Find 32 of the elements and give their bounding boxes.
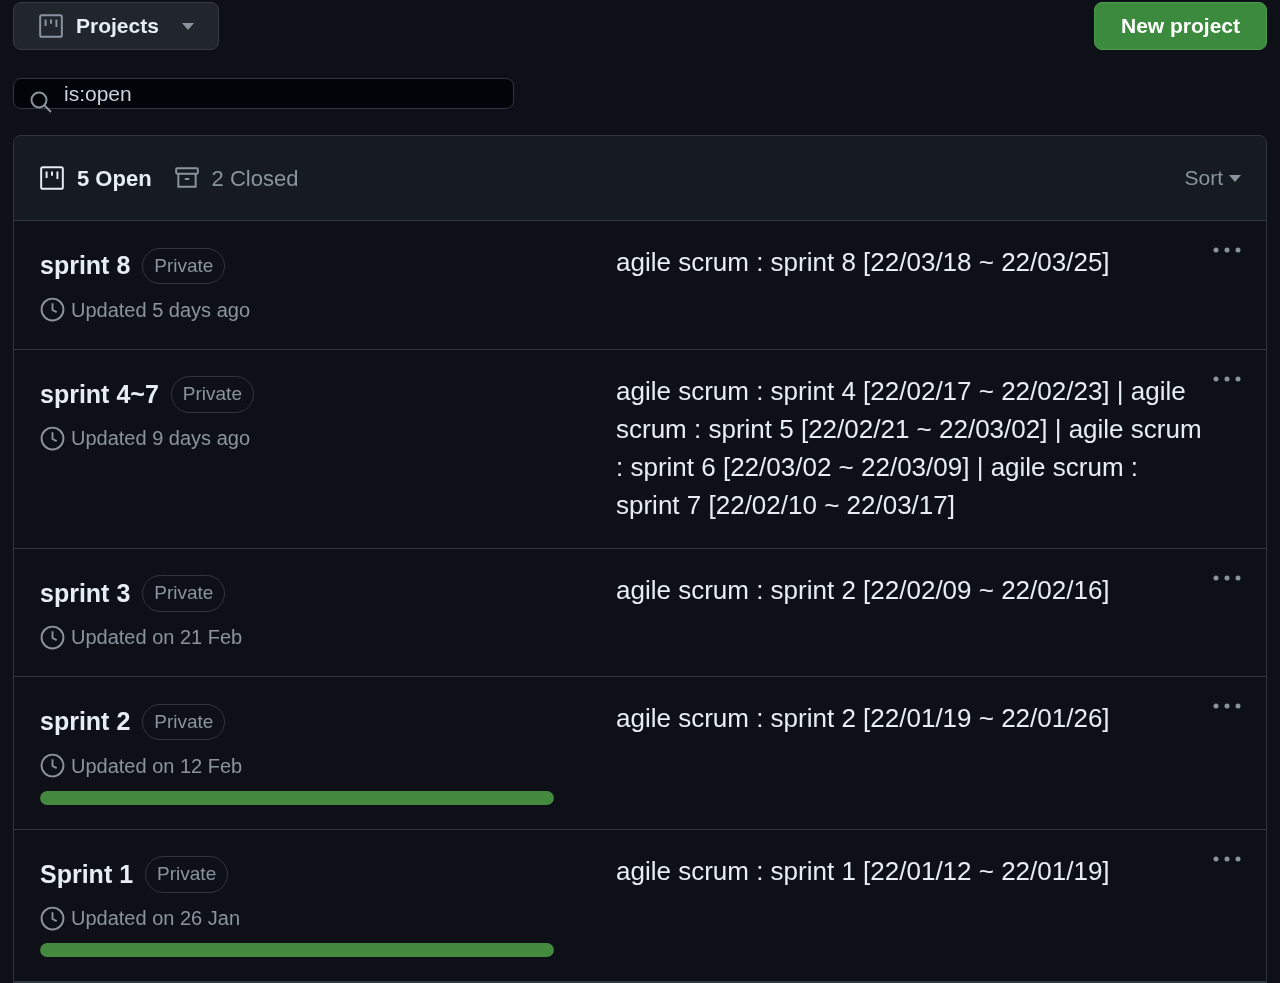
projects-menu-button[interactable]: Projects: [13, 2, 219, 50]
state-filter-tab[interactable]: 2 Closed: [173, 161, 299, 195]
project-title-link[interactable]: sprint 4~7: [40, 375, 159, 413]
project-description: agile scrum : sprint 2 [22/01/19 ~ 22/01/26]: [616, 702, 1111, 735]
caret-icon: [1229, 174, 1241, 182]
updated-time: Updated on 26 Jan: [71, 906, 241, 931]
clock-icon: [40, 624, 65, 650]
updated-time: Updated 5 days ago: [71, 297, 251, 323]
new-project-button[interactable]: New project: [1093, 2, 1267, 50]
project-description: agile scrum : sprint 4 [22/02/17 ~ 22/02/23] | agile scrum : sprint 5 [22/02/21 ~ 22/03/02] | agile scrum : sprint 6 [22/03/02 ~ 22/03/09] | agile scrum : sprint 7 [22/02/10 ~ 22/03/17]: [616, 374, 1203, 522]
archive-box-icon: [173, 165, 200, 191]
clock-icon: [40, 753, 65, 778]
project-board-icon: [38, 13, 64, 39]
caret-icon: [182, 22, 194, 30]
clock-icon: [40, 905, 65, 931]
state-filter-tab[interactable]: 5 Open: [39, 161, 152, 195]
sort-button[interactable]: Sort: [1184, 162, 1241, 194]
clock-icon: [40, 425, 65, 451]
project-title-link[interactable]: Sprint 1: [40, 855, 134, 893]
project-description: agile scrum : sprint 1 [22/01/12 ~ 22/01/19]: [616, 854, 1111, 888]
project-title-link[interactable]: sprint 3: [40, 574, 131, 612]
search-icon: [29, 90, 53, 114]
project-title-link[interactable]: sprint 8: [40, 247, 131, 285]
search-field[interactable]: is:open: [13, 78, 514, 109]
updated-time: Updated on 12 Feb: [71, 753, 243, 779]
project-board-icon: [39, 165, 65, 191]
clock-icon: [40, 297, 65, 322]
project-title-link[interactable]: sprint 2: [40, 703, 131, 741]
project-description: agile scrum : sprint 8 [22/03/18 ~ 22/03/25]: [616, 246, 1111, 279]
updated-time: Updated on 21 Feb: [71, 625, 243, 650]
project-description: agile scrum : sprint 2 [22/02/09 ~ 22/02/16]: [616, 573, 1111, 607]
updated-time: Updated 9 days ago: [71, 426, 251, 451]
